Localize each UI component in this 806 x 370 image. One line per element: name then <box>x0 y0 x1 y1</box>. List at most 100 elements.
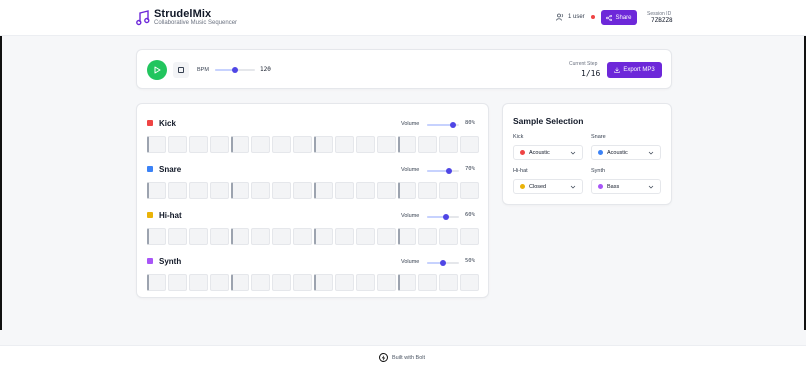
live-indicator <box>590 15 595 19</box>
step-button[interactable] <box>251 274 271 291</box>
step-button[interactable] <box>460 136 479 153</box>
step-button[interactable] <box>418 228 438 245</box>
step-button[interactable] <box>167 182 187 199</box>
step-button[interactable] <box>293 274 312 291</box>
step-button[interactable] <box>418 274 438 291</box>
step-button[interactable] <box>147 274 166 291</box>
app-header: StrudelMix Collaborative Music Sequencer… <box>0 0 806 36</box>
chevron-down-icon <box>648 151 654 155</box>
step-button[interactable] <box>334 136 354 153</box>
step-button[interactable] <box>272 228 292 245</box>
app-title: StrudelMix <box>154 8 212 20</box>
step-button[interactable] <box>209 228 229 245</box>
share-button[interactable]: Share <box>601 10 637 25</box>
step-button[interactable] <box>334 182 354 199</box>
track-color-swatch <box>147 212 153 218</box>
step-button[interactable] <box>230 228 250 245</box>
volume-slider[interactable] <box>427 168 459 174</box>
step-button[interactable] <box>147 182 166 199</box>
sequencer-panel: Kick Volume 80% Snare Volume 70% Hi-hat … <box>136 103 489 298</box>
step-button[interactable] <box>439 136 459 153</box>
step-button[interactable] <box>188 228 208 245</box>
step-button[interactable] <box>314 182 333 199</box>
step-button[interactable] <box>355 228 375 245</box>
export-mp3-button[interactable]: Export MP3 <box>607 62 662 78</box>
step-button[interactable] <box>397 274 417 291</box>
step-button[interactable] <box>376 182 396 199</box>
step-button[interactable] <box>376 228 396 245</box>
step-button[interactable] <box>376 274 396 291</box>
volume-slider[interactable] <box>427 122 459 128</box>
volume-slider-thumb[interactable] <box>440 260 446 266</box>
step-button[interactable] <box>188 136 208 153</box>
step-button[interactable] <box>272 136 292 153</box>
step-button[interactable] <box>397 228 417 245</box>
step-button[interactable] <box>188 182 208 199</box>
step-button[interactable] <box>439 182 459 199</box>
hi-hat-sample-select[interactable]: Closed <box>513 179 583 194</box>
built-with-bolt-link[interactable]: Built with Bolt <box>392 355 425 361</box>
volume-slider-thumb[interactable] <box>449 122 456 128</box>
step-button[interactable] <box>460 228 479 245</box>
step-button[interactable] <box>167 274 187 291</box>
step-button[interactable] <box>167 136 187 153</box>
step-button[interactable] <box>334 228 354 245</box>
bpm-value: 120 <box>260 66 271 73</box>
step-button[interactable] <box>397 136 417 153</box>
step-button[interactable] <box>230 182 250 199</box>
step-button[interactable] <box>418 182 438 199</box>
kick-sample-select[interactable]: Acoustic <box>513 145 583 160</box>
step-button[interactable] <box>460 274 479 291</box>
step-button[interactable] <box>314 136 333 153</box>
synth-sample-select[interactable]: Bass <box>591 179 661 194</box>
step-button[interactable] <box>376 136 396 153</box>
volume-slider-thumb[interactable] <box>443 214 450 220</box>
step-button[interactable] <box>293 182 312 199</box>
step-button[interactable] <box>209 274 229 291</box>
step-button[interactable] <box>251 228 271 245</box>
step-button[interactable] <box>251 182 271 199</box>
step-button[interactable] <box>418 136 438 153</box>
step-button[interactable] <box>314 274 333 291</box>
step-button[interactable] <box>460 182 479 199</box>
volume-value: 60% <box>465 212 475 218</box>
users-icon <box>556 13 564 21</box>
step-button[interactable] <box>355 274 375 291</box>
stop-button[interactable] <box>173 62 189 78</box>
step-button[interactable] <box>355 182 375 199</box>
track-name: Kick <box>159 119 176 128</box>
bpm-slider-thumb[interactable] <box>232 67 238 73</box>
step-button[interactable] <box>439 228 459 245</box>
step-button[interactable] <box>439 274 459 291</box>
volume-slider[interactable] <box>427 214 459 220</box>
step-button[interactable] <box>355 136 375 153</box>
step-button[interactable] <box>230 136 250 153</box>
user-count: 1 user <box>556 13 595 21</box>
snare-sample-select[interactable]: Acoustic <box>591 145 661 160</box>
sample-selection-panel: Sample Selection Kick Acoustic Snare Aco… <box>502 103 672 205</box>
step-button[interactable] <box>147 136 166 153</box>
step-button[interactable] <box>397 182 417 199</box>
step-button[interactable] <box>251 136 271 153</box>
share-button-label: Share <box>615 14 632 21</box>
select-value: Closed <box>529 183 547 190</box>
step-button[interactable] <box>209 182 229 199</box>
step-button[interactable] <box>293 136 312 153</box>
volume-label: Volume <box>401 167 420 173</box>
step-button[interactable] <box>334 274 354 291</box>
track-color-swatch <box>147 120 153 126</box>
download-icon <box>614 67 621 73</box>
play-button[interactable] <box>147 60 167 80</box>
step-button[interactable] <box>272 182 292 199</box>
volume-slider-thumb[interactable] <box>446 168 453 174</box>
volume-slider[interactable] <box>427 260 459 266</box>
step-button[interactable] <box>272 274 292 291</box>
step-button[interactable] <box>230 274 250 291</box>
step-button[interactable] <box>167 228 187 245</box>
step-button[interactable] <box>209 136 229 153</box>
step-button[interactable] <box>314 228 333 245</box>
step-button[interactable] <box>188 274 208 291</box>
step-button[interactable] <box>293 228 312 245</box>
bpm-slider[interactable] <box>215 67 255 73</box>
step-button[interactable] <box>147 228 166 245</box>
